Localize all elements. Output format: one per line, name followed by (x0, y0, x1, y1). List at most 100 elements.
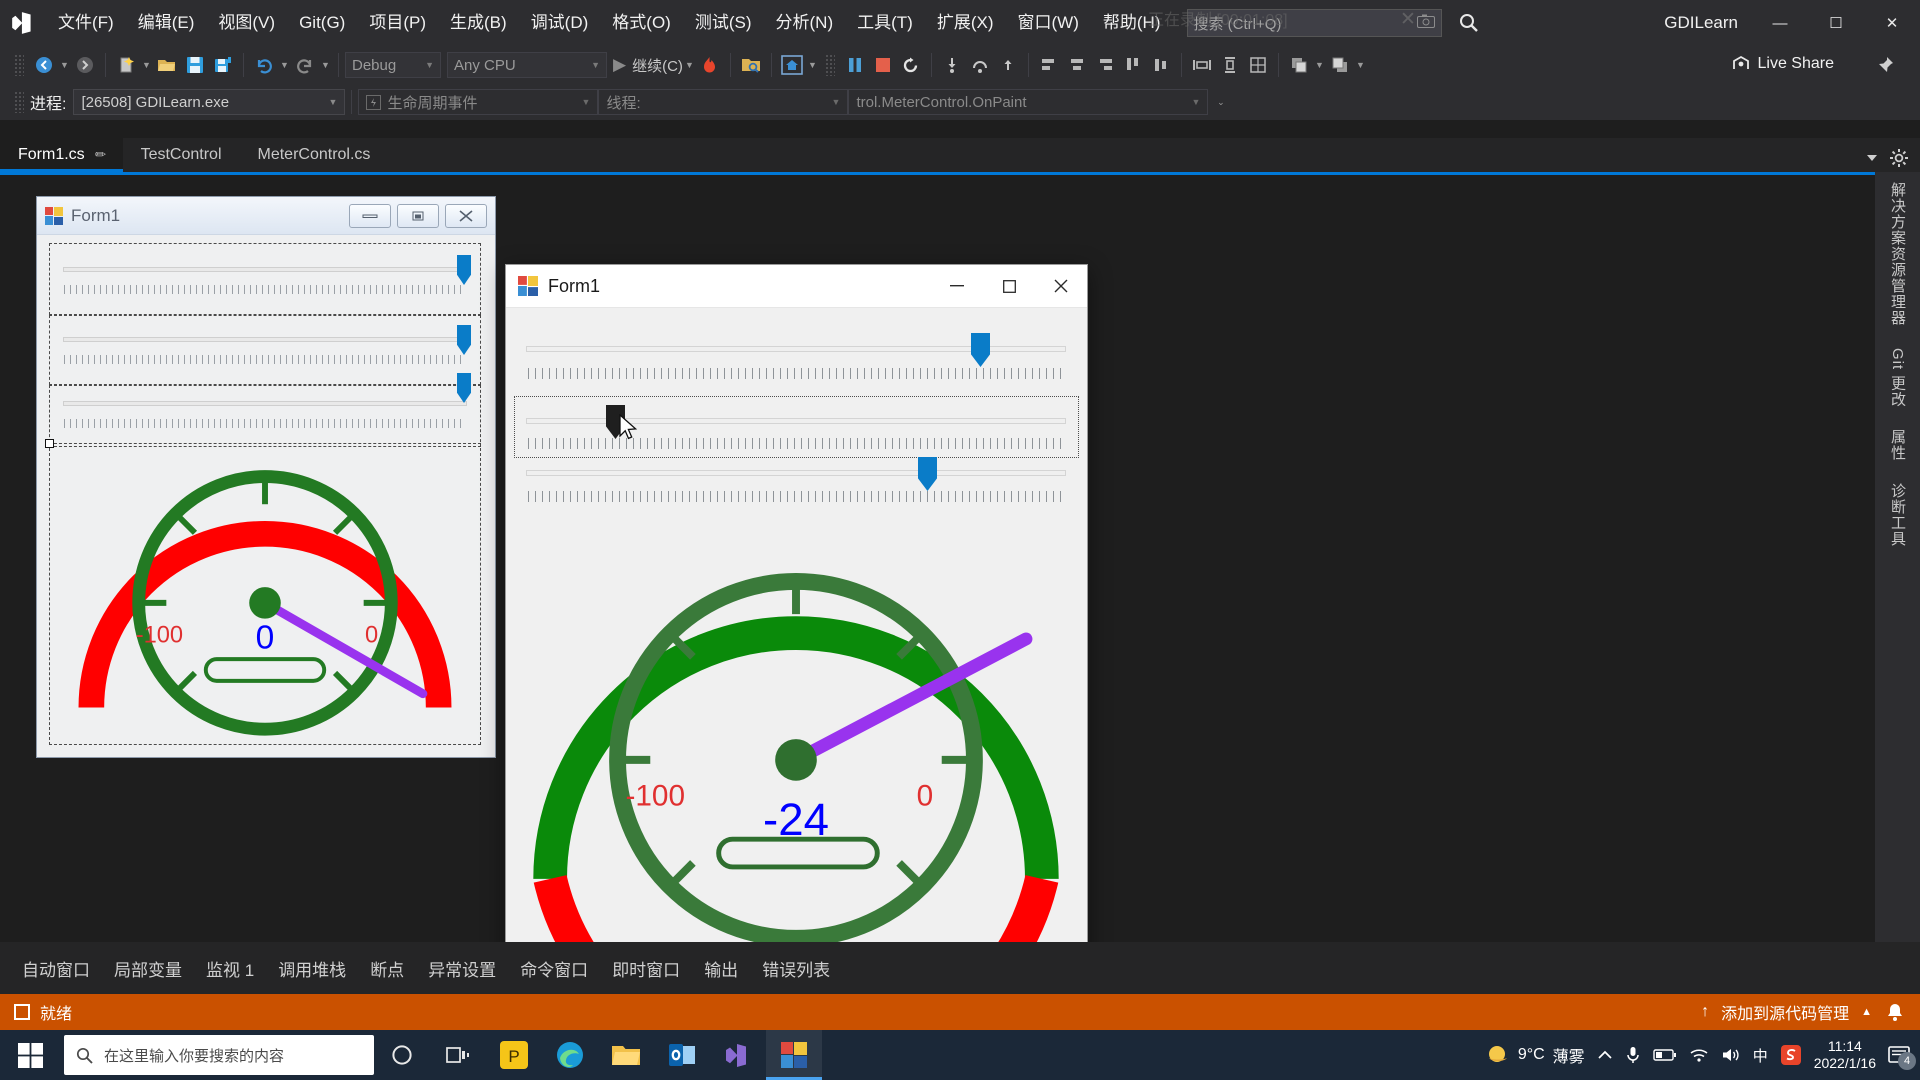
toolbar2-grip[interactable] (14, 91, 24, 113)
screenshot-camera-icon[interactable] (1416, 14, 1435, 32)
close-button[interactable]: ✕ (1864, 0, 1920, 46)
home-frame-icon[interactable] (778, 52, 806, 78)
thread-combo[interactable]: 线程: ▼ (598, 89, 849, 115)
running-form1-window[interactable]: Form1 -24 -100 0 (505, 264, 1088, 978)
wifi-icon[interactable] (1689, 1047, 1709, 1063)
hot-reload-flame-icon[interactable] (696, 52, 724, 78)
dock-tab-4[interactable]: 断点 (360, 950, 414, 987)
new-item-icon[interactable] (112, 52, 140, 78)
menu-item-2[interactable]: 视图(V) (206, 0, 287, 46)
source-control-caret-icon[interactable]: ▲ (1861, 1006, 1872, 1018)
designer-trackbar-3-rail[interactable] (63, 401, 467, 406)
dock-tab-6[interactable]: 命令窗口 (510, 950, 598, 987)
align-lefts-icon[interactable] (1035, 52, 1063, 78)
dock-tab-2[interactable]: 监视 1 (196, 950, 264, 987)
menu-item-5[interactable]: 生成(B) (438, 0, 519, 46)
dock-tab-5[interactable]: 异常设置 (418, 950, 506, 987)
form1-minimize-button[interactable] (931, 265, 983, 308)
designer-trackbar-1-rail[interactable] (63, 267, 467, 272)
menu-item-3[interactable]: Git(G) (287, 0, 357, 46)
align-rights-icon[interactable] (1091, 52, 1119, 78)
undo-icon[interactable] (250, 52, 278, 78)
restart-icon[interactable] (897, 52, 925, 78)
designer-maximize-button[interactable] (397, 203, 439, 228)
file-explorer-icon[interactable] (598, 1030, 654, 1080)
designer-close-button[interactable] (445, 203, 487, 228)
solution-configuration-combo[interactable]: Debug ▼ (345, 52, 441, 78)
menu-item-7[interactable]: 格式(O) (600, 0, 683, 46)
undo-caret-icon[interactable]: ▼ (278, 52, 291, 78)
menu-item-13[interactable]: 帮助(H) (1091, 0, 1173, 46)
document-tab-1[interactable]: TestControl (123, 138, 240, 172)
menu-item-0[interactable]: 文件(F) (46, 0, 126, 46)
new-item-caret-icon[interactable]: ▼ (140, 52, 153, 78)
save-icon[interactable] (181, 52, 209, 78)
menu-item-1[interactable]: 编辑(E) (126, 0, 207, 46)
redo-icon[interactable] (291, 52, 319, 78)
right-tool-tab-1[interactable]: Git 更改 (1887, 348, 1908, 407)
menu-item-9[interactable]: 分析(N) (764, 0, 846, 46)
microphone-icon[interactable] (1625, 1045, 1641, 1065)
form1-titlebar[interactable]: Form1 (506, 265, 1087, 308)
form1-trackbar-3-thumb[interactable] (918, 457, 937, 491)
dock-tab-9[interactable]: 错误列表 (752, 950, 840, 987)
designer-trackbar-2-rail[interactable] (63, 337, 467, 342)
form1-close-button[interactable] (1035, 265, 1087, 308)
form1-trackbar-3-rail[interactable] (526, 470, 1066, 476)
battery-icon[interactable] (1652, 1047, 1677, 1063)
action-center-icon[interactable]: 4 (1888, 1045, 1916, 1070)
designer-minimize-button[interactable] (349, 203, 391, 228)
designer-resize-handle[interactable] (45, 439, 54, 448)
continue-caret-icon[interactable]: ▼ (683, 52, 696, 78)
solution-platform-combo[interactable]: Any CPU ▼ (447, 52, 607, 78)
process-combo[interactable]: [26508] GDILearn.exe ▼ (73, 89, 346, 115)
size-to-grid-icon[interactable] (1244, 52, 1272, 78)
add-to-source-control-label[interactable]: 添加到源代码管理 (1721, 1000, 1849, 1024)
tool-options-gear-icon[interactable] (1889, 148, 1909, 168)
dock-tab-3[interactable]: 调用堆栈 (268, 950, 356, 987)
menu-item-10[interactable]: 工具(T) (845, 0, 925, 46)
bring-to-front-icon[interactable] (1285, 52, 1313, 78)
form1-trackbar-1-thumb[interactable] (971, 333, 990, 367)
form-designer-window[interactable]: Form1 0 -100 0 (36, 196, 496, 758)
search-folder-icon[interactable] (737, 52, 765, 78)
continue-button[interactable]: ▶ 继续(C) ▼ (607, 52, 696, 78)
ime-chinese-icon[interactable]: 中 (1753, 1045, 1768, 1066)
volume-icon[interactable] (1721, 1046, 1741, 1064)
document-tab-2[interactable]: MeterControl.cs (240, 138, 389, 172)
toolbar-grip[interactable] (824, 54, 835, 76)
menu-item-12[interactable]: 窗口(W) (1006, 0, 1091, 46)
photoshop-icon[interactable]: P (486, 1030, 542, 1080)
chevron-up-icon[interactable] (1597, 1047, 1613, 1063)
recording-close-icon[interactable]: ✕ (1400, 8, 1416, 31)
bring-to-front-caret-icon[interactable]: ▼ (1313, 52, 1326, 78)
tabstrip-overflow-caret-icon[interactable] (1864, 150, 1880, 166)
stop-icon[interactable] (869, 52, 897, 78)
step-out-icon[interactable] (994, 52, 1022, 78)
visual-studio-icon[interactable] (710, 1030, 766, 1080)
right-tool-tab-3[interactable]: 诊断工具 (1887, 483, 1908, 547)
save-all-icon[interactable] (209, 52, 237, 78)
make-same-width-icon[interactable] (1188, 52, 1216, 78)
align-tops-icon[interactable] (1119, 52, 1147, 78)
right-tool-tab-0[interactable]: 解决方案资源管理器 (1887, 182, 1908, 326)
send-to-back-caret-icon[interactable]: ▼ (1354, 52, 1367, 78)
menu-item-8[interactable]: 测试(S) (683, 0, 764, 46)
vs-search-magnifier-icon[interactable] (1458, 12, 1480, 34)
taskbar-weather[interactable]: 9°C 薄雾 (1486, 1043, 1585, 1067)
edge-icon[interactable] (542, 1030, 598, 1080)
dock-tab-8[interactable]: 输出 (694, 950, 748, 987)
taskbar-clock[interactable]: 11:14 2022/1/16 (1814, 1038, 1876, 1073)
sogou-input-icon[interactable] (1780, 1044, 1802, 1066)
pin-icon[interactable]: ✐ (90, 145, 108, 164)
dock-tab-1[interactable]: 局部变量 (104, 950, 192, 987)
toolbar-pin-icon[interactable] (1876, 56, 1894, 79)
live-share-button[interactable]: Live Share (1731, 55, 1834, 73)
outlook-icon[interactable] (654, 1030, 710, 1080)
redo-caret-icon[interactable]: ▼ (319, 52, 332, 78)
minimize-button[interactable]: — (1752, 0, 1808, 46)
send-to-back-icon[interactable] (1326, 52, 1354, 78)
align-centers-icon[interactable] (1063, 52, 1091, 78)
cortana-circle-icon[interactable] (374, 1030, 430, 1080)
stack-frame-combo[interactable]: trol.MeterControl.OnPaint ▼ (848, 89, 1209, 115)
